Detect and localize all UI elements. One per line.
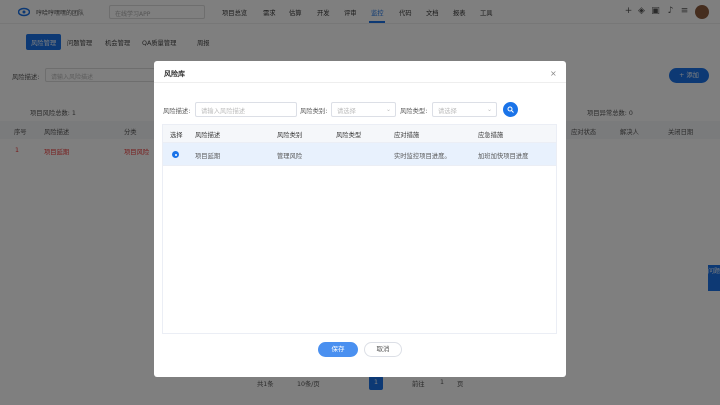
risk-library-dialog: 风险库 × 风险描述: 请输入风险描述 风险类别: 请选择 ⌄ 风险类型: 请选… [154, 61, 566, 377]
col-type: 风险类型 [336, 132, 362, 139]
col-category: 风险类别 [277, 132, 303, 139]
dialog-divider [154, 82, 566, 83]
risk-library-table: 选择 风险描述 风险类别 风险类型 应对措施 应急措施 项目延期 管理风险 实时… [162, 124, 557, 334]
chevron-down-icon: ⌄ [486, 106, 492, 113]
type-filter-value: 请选择 [438, 108, 457, 115]
row-category: 管理风险 [277, 153, 303, 160]
type-filter-label: 风险类型: [400, 108, 428, 115]
search-icon [507, 106, 514, 113]
table-row[interactable]: 项目延期 管理风险 实时监控项目进度。 加班加快项目进度 [163, 143, 556, 166]
table-header: 选择 风险描述 风险类别 风险类型 应对措施 应急措施 [163, 125, 556, 143]
category-filter-label: 风险类别: [300, 108, 328, 115]
desc-filter-label: 风险描述: [163, 108, 191, 115]
chevron-down-icon: ⌄ [385, 106, 391, 113]
desc-filter-input[interactable]: 请输入风险描述 [195, 102, 297, 117]
row-radio[interactable] [172, 151, 179, 158]
row-contingency: 加班加快项目进度 [478, 153, 529, 160]
col-desc: 风险描述 [195, 132, 221, 139]
col-contingency: 应急措施 [478, 132, 504, 139]
col-select: 选择 [170, 132, 183, 139]
row-response: 实时监控项目进度。 [394, 153, 451, 160]
type-filter-select[interactable]: 请选择 ⌄ [432, 102, 497, 117]
close-icon[interactable]: × [550, 70, 557, 78]
row-desc: 项目延期 [195, 153, 221, 160]
cancel-button[interactable]: 取消 [364, 342, 402, 357]
category-filter-select[interactable]: 请选择 ⌄ [331, 102, 396, 117]
save-button[interactable]: 保存 [318, 342, 358, 357]
search-button[interactable] [503, 102, 518, 117]
category-filter-value: 请选择 [337, 108, 356, 115]
col-response: 应对措施 [394, 132, 420, 139]
dialog-title: 风险库 [164, 70, 185, 78]
